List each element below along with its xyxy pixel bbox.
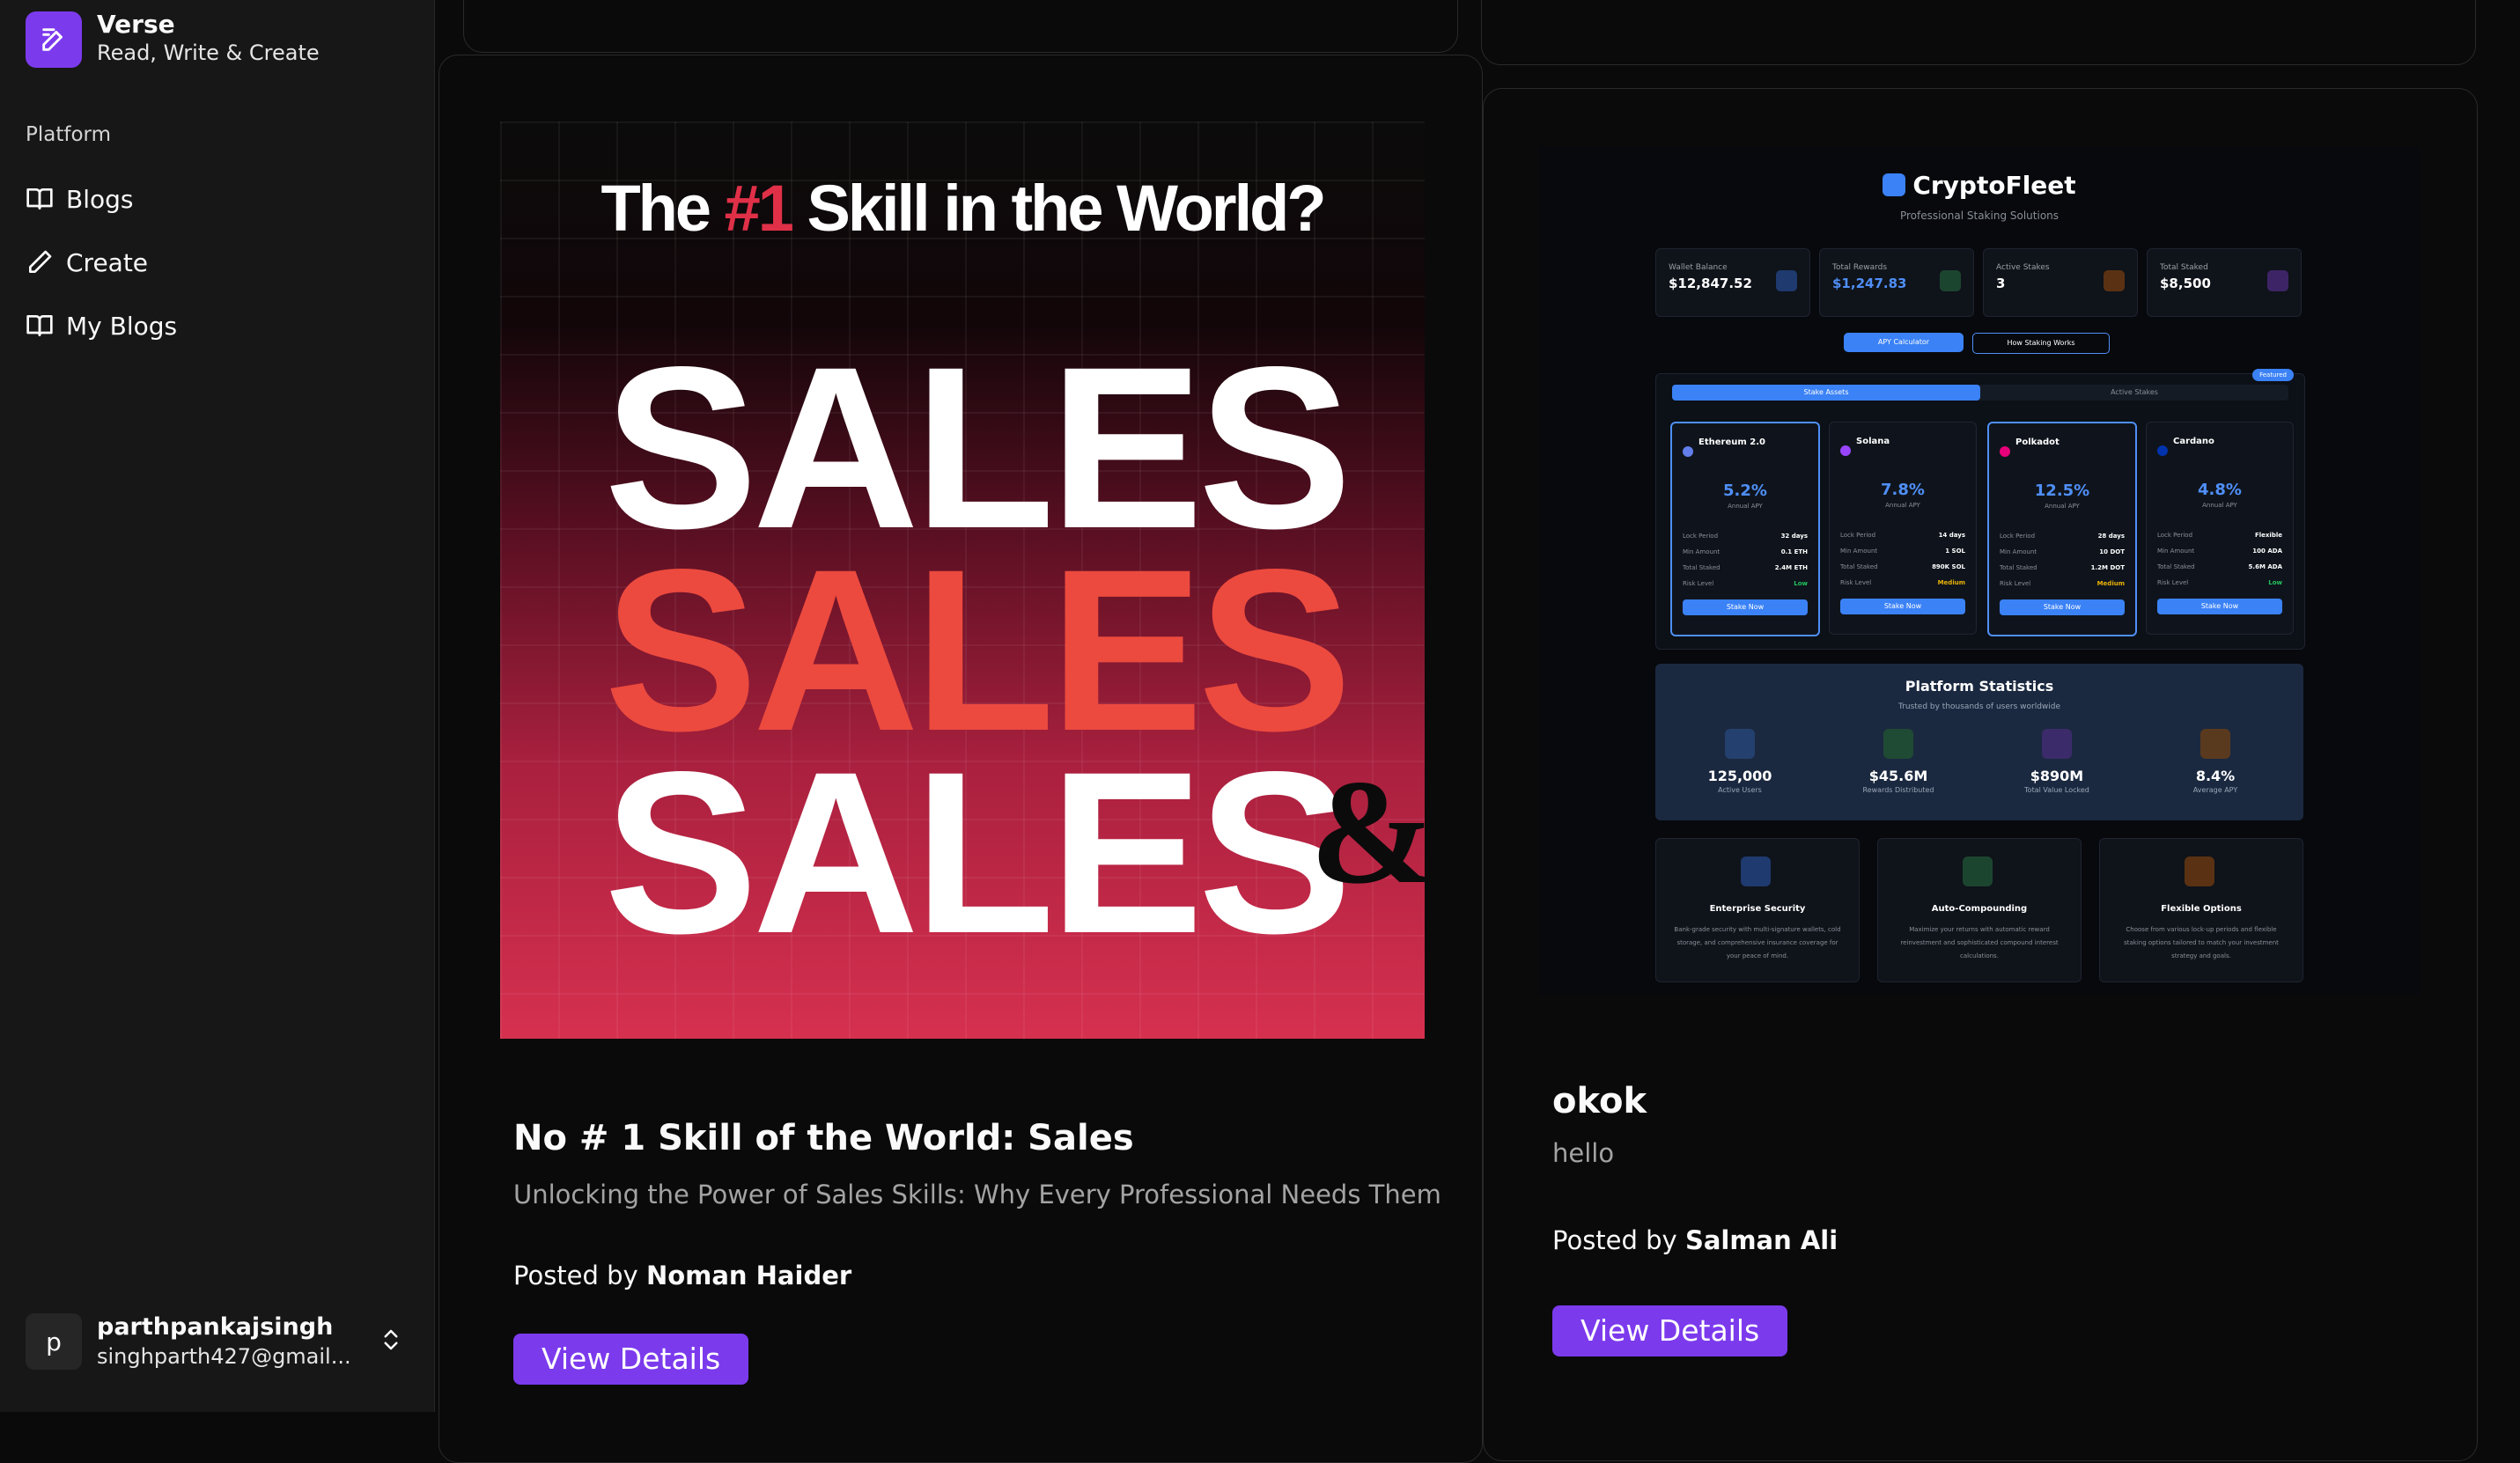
post-description: hello xyxy=(1552,1138,1615,1168)
sidebar-item-label: Create xyxy=(66,247,149,277)
chevrons-up-down-icon[interactable] xyxy=(378,1324,404,1356)
book-icon xyxy=(26,188,53,210)
view-details-button[interactable]: View Details xyxy=(1552,1305,1788,1356)
image-ampersand: & xyxy=(1310,749,1425,915)
sidebar-item-label: Blogs xyxy=(66,184,134,214)
post-cover-image: The #1 Skill in the World? SALES SALES S… xyxy=(500,121,1425,1039)
brand-name: Verse xyxy=(97,10,175,39)
post-card-partial xyxy=(1481,0,2476,65)
user-menu[interactable]: p parthpankajsingh singhparth427@gmail..… xyxy=(26,1310,404,1373)
post-author: Posted by Noman Haider xyxy=(513,1261,852,1290)
sidebar-item-blogs[interactable]: Blogs xyxy=(26,167,177,231)
sidebar-item-my-blogs[interactable]: My Blogs xyxy=(26,294,177,357)
user-email: singhparth427@gmail.... xyxy=(97,1344,352,1369)
section-label-platform: Platform xyxy=(26,123,111,146)
post-author: Posted by Salman Ali xyxy=(1552,1225,1838,1255)
user-name: parthpankajsingh xyxy=(97,1313,334,1341)
view-details-button[interactable]: View Details xyxy=(513,1334,749,1385)
sidebar-item-label: My Blogs xyxy=(66,311,178,341)
brand-logo-icon xyxy=(26,11,82,68)
avatar: p xyxy=(26,1313,82,1370)
image-headline: The #1 Skill in the World? xyxy=(601,172,1326,245)
sidebar-item-create[interactable]: Create xyxy=(26,231,177,294)
brand[interactable]: Verse Read, Write & Create xyxy=(26,11,320,68)
post-description: Unlocking the Power of Sales Skills: Why… xyxy=(513,1180,1441,1209)
brand-tagline: Read, Write & Create xyxy=(97,40,320,65)
image-word: SALES xyxy=(604,724,1352,981)
sidebar: Verse Read, Write & Create Platform Blog… xyxy=(0,0,435,1412)
post-title: okok xyxy=(1552,1081,1647,1121)
sidebar-nav: Blogs Create My Blogs xyxy=(26,167,177,357)
post-cover-image: CryptoFleet Professional Staking Solutio… xyxy=(1539,146,2420,995)
post-title: No # 1 Skill of the World: Sales xyxy=(513,1118,1134,1158)
book-icon xyxy=(26,315,53,336)
pencil-icon xyxy=(29,250,52,273)
crypto-brand: CryptoFleet xyxy=(1539,171,2420,200)
post-card-partial xyxy=(463,0,1458,53)
